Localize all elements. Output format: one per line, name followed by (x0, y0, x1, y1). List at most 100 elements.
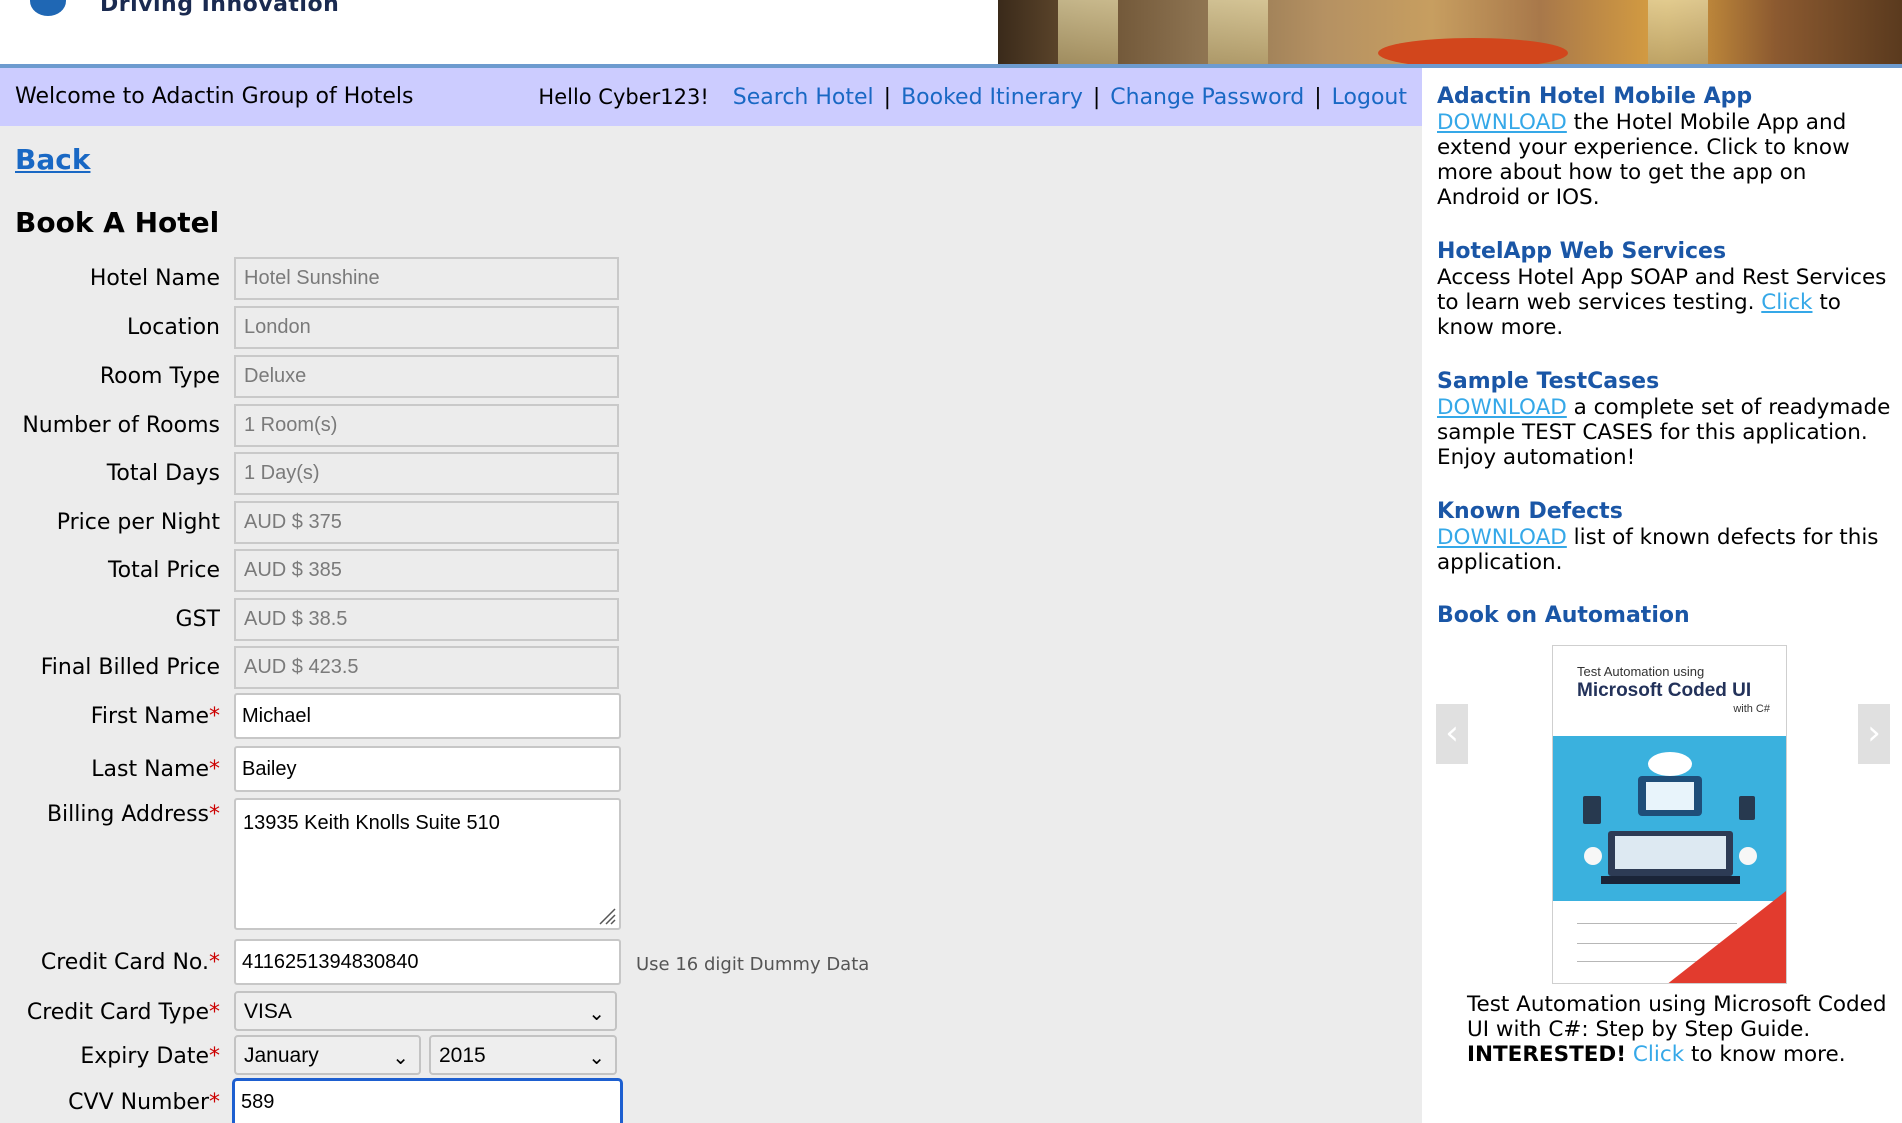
room-type-field: Deluxe (234, 355, 619, 398)
known-defects-download-link[interactable]: DOWNLOAD (1437, 525, 1567, 550)
form-row-cvv: CVV Number* 589 (0, 1078, 1000, 1123)
field-label: Final Billed Price (40, 655, 220, 680)
field-label: Credit Card No.* (40, 950, 220, 975)
chevron-right-icon[interactable]: › (1858, 704, 1890, 764)
required-marker: * (209, 704, 220, 729)
user-greeting: Hello Cyber123! (538, 85, 709, 109)
form-row-gst: GST AUD $ 38.5 (0, 598, 1000, 642)
search-hotel-link[interactable]: Search Hotel (733, 85, 874, 110)
gst-field: AUD $ 38.5 (234, 598, 619, 641)
last-name-input[interactable]: Bailey (234, 746, 621, 792)
form-row-location: Location London (0, 306, 1000, 350)
logout-link[interactable]: Logout (1332, 85, 1407, 110)
booking-form-panel: Back Book A Hotel Hotel Name Hotel Sunsh… (0, 126, 1422, 1123)
field-label: Credit Card Type* (26, 1000, 220, 1025)
test-cases-download-link[interactable]: DOWNLOAD (1437, 395, 1567, 420)
required-marker: * (209, 802, 220, 827)
required-marker: * (209, 1090, 220, 1115)
billing-address-textarea[interactable]: 13935 Keith Knolls Suite 510 (234, 798, 621, 930)
field-label: Total Price (107, 558, 220, 583)
field-label: CVV Number* (68, 1090, 220, 1115)
form-row-final-billed-price: Final Billed Price AUD $ 423.5 (0, 646, 1000, 690)
final-billed-price-field: AUD $ 423.5 (234, 646, 619, 689)
field-label: Expiry Date* (80, 1044, 220, 1069)
booked-itinerary-link[interactable]: Booked Itinerary (901, 85, 1083, 110)
back-link[interactable]: Back (15, 143, 90, 176)
form-row-expiry-date: Expiry Date* January ⌄ 2015 ⌄ (0, 1035, 1000, 1077)
cover-subtitle: Test Automation using (1577, 664, 1705, 679)
expiry-year-select[interactable]: 2015 ⌄ (429, 1035, 617, 1075)
number-of-rooms-field: 1 Room(s) (234, 404, 619, 447)
interested-label: INTERESTED! (1467, 1042, 1627, 1067)
field-label: Room Type (99, 364, 220, 389)
field-label: GST (175, 607, 220, 632)
form-row-last-name: Last Name* Bailey (0, 746, 1000, 794)
required-marker: * (209, 950, 220, 975)
web-services-click-link[interactable]: Click (1761, 290, 1812, 315)
nav-separator: | (883, 85, 892, 110)
form-row-hotel-name: Hotel Name Hotel Sunshine (0, 257, 1000, 301)
credit-card-number-input[interactable]: 4116251394830840 (234, 939, 621, 985)
form-row-room-type: Room Type Deluxe (0, 355, 1000, 399)
page-title: Book A Hotel (15, 206, 220, 239)
form-row-credit-card-type: Credit Card Type* VISA ⌄ (0, 991, 1000, 1033)
change-password-link[interactable]: Change Password (1110, 85, 1304, 110)
cover-title: Microsoft Coded UI (1577, 680, 1752, 701)
required-marker: * (209, 1044, 220, 1069)
test-cases-title: Sample TestCases (1437, 369, 1660, 394)
first-name-input[interactable]: Michael (234, 693, 621, 739)
book-title: Book on Automation (1437, 603, 1690, 628)
hotel-name-field: Hotel Sunshine (234, 257, 619, 300)
field-label: Location (126, 315, 220, 340)
form-row-price-per-night: Price per Night AUD $ 375 (0, 501, 1000, 545)
chevron-down-icon: ⌄ (392, 1047, 409, 1069)
form-row-total-price: Total Price AUD $ 385 (0, 549, 1000, 593)
total-days-field: 1 Day(s) (234, 452, 619, 495)
mobile-app-download-link[interactable]: DOWNLOAD (1437, 110, 1567, 135)
form-row-total-days: Total Days 1 Day(s) (0, 452, 1000, 496)
field-label: Number of Rooms (22, 413, 220, 438)
chevron-down-icon: ⌄ (588, 1047, 605, 1069)
required-marker: * (209, 757, 220, 782)
known-defects-title: Known Defects (1437, 499, 1623, 524)
cvv-input[interactable]: 589 (232, 1078, 623, 1123)
book-click-link[interactable]: Click (1633, 1042, 1684, 1067)
total-price-field: AUD $ 385 (234, 549, 619, 592)
form-row-first-name: First Name* Michael (0, 693, 1000, 741)
field-label: Billing Address* (46, 802, 220, 827)
resize-grip-icon[interactable] (596, 905, 616, 925)
location-field: London (234, 306, 619, 349)
expiry-month-select[interactable]: January ⌄ (234, 1035, 421, 1075)
hotel-banner-image (998, 0, 1902, 65)
chevron-left-icon[interactable]: ‹ (1436, 704, 1468, 764)
user-nav: Hello Cyber123! Search Hotel | Booked Itin… (538, 85, 1407, 110)
chevron-down-icon: ⌄ (588, 1003, 605, 1025)
book-caption: Test Automation using Microsoft Coded UI… (1467, 992, 1887, 1067)
required-marker: * (209, 1000, 220, 1025)
right-sidebar: Adactin Hotel Mobile App DOWNLOAD the Ho… (1422, 68, 1902, 1123)
price-per-night-field: AUD $ 375 (234, 501, 619, 544)
book-illustration (1553, 736, 1786, 906)
credit-card-type-select[interactable]: VISA ⌄ (234, 991, 617, 1031)
known-defects-text: DOWNLOAD list of known defects for this … (1437, 525, 1879, 575)
field-label: Last Name* (91, 757, 220, 782)
field-label: First Name* (90, 704, 220, 729)
nav-separator: | (1092, 85, 1101, 110)
field-label: Price per Night (56, 510, 220, 535)
book-cover-image[interactable]: Test Automation using Microsoft Coded UI… (1552, 645, 1787, 984)
company-logo-icon (30, 0, 66, 16)
credit-card-hint: Use 16 digit Dummy Data (636, 954, 870, 975)
site-header: Driving Innovation (0, 0, 1902, 68)
logo-tagline: Driving Innovation (100, 0, 340, 17)
form-row-credit-card-no: Credit Card No.* 4116251394830840 Use 16… (0, 939, 1000, 987)
mobile-app-text: DOWNLOAD the Hotel Mobile App and extend… (1437, 110, 1850, 210)
web-services-title: HotelApp Web Services (1437, 239, 1727, 264)
welcome-bar: Welcome to Adactin Group of Hotels Hello… (0, 68, 1422, 126)
welcome-text: Welcome to Adactin Group of Hotels (15, 84, 414, 109)
field-label: Hotel Name (89, 266, 220, 291)
form-row-number-of-rooms: Number of Rooms 1 Room(s) (0, 404, 1000, 448)
nav-separator: | (1314, 85, 1322, 110)
field-label: Total Days (106, 461, 220, 486)
web-services-text: Access Hotel App SOAP and Rest Services … (1437, 265, 1887, 340)
cover-with: with C# (1733, 703, 1770, 715)
